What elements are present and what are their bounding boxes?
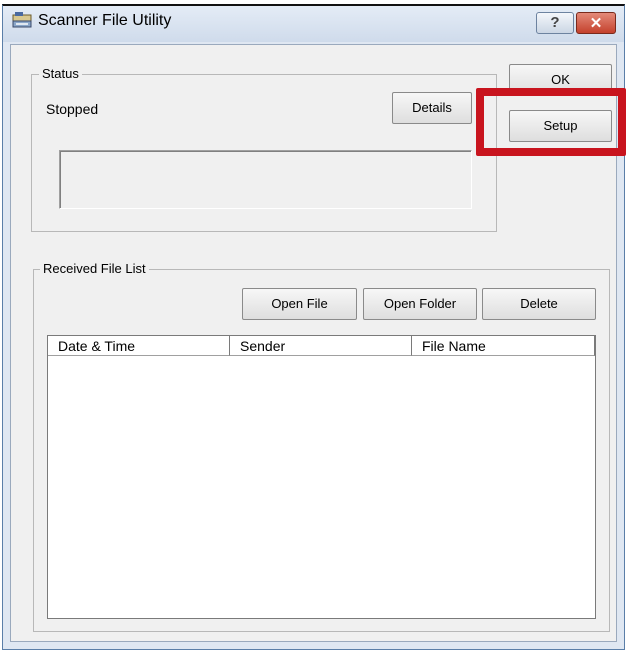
delete-button[interactable]: Delete — [482, 288, 596, 320]
help-button[interactable]: ? — [536, 12, 574, 34]
status-group-label: Status — [39, 66, 82, 81]
column-header-sender[interactable]: Sender — [230, 336, 412, 356]
column-header-date-time[interactable]: Date & Time — [48, 336, 230, 356]
setup-highlight-box — [476, 88, 626, 156]
status-text: Stopped — [46, 101, 99, 117]
close-button[interactable]: ✕ — [576, 12, 616, 34]
close-icon: ✕ — [589, 15, 603, 32]
open-file-button[interactable]: Open File — [242, 288, 357, 320]
help-icon: ? — [550, 14, 560, 31]
scanner-app-icon — [12, 12, 32, 28]
received-file-list[interactable]: Date & Time Sender File Name — [47, 335, 596, 619]
open-folder-button[interactable]: Open Folder — [363, 288, 477, 320]
details-button[interactable]: Details — [392, 92, 472, 124]
received-file-list-label: Received File List — [40, 261, 149, 276]
column-header-file-name[interactable]: File Name — [412, 336, 595, 356]
window-title: Scanner File Utility — [38, 12, 172, 29]
status-message-box — [59, 150, 472, 209]
